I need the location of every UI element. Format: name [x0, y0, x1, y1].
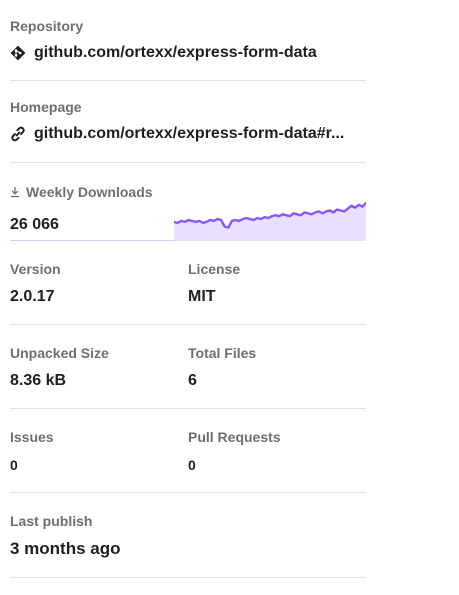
weekly-downloads-section: Weekly Downloads 26 066 [10, 163, 366, 241]
repository-link-text: github.com/ortexx/express-form-data [34, 44, 317, 61]
homepage-link[interactable]: github.com/ortexx/express-form-data#r... [10, 124, 366, 144]
license-cell: License MIT [188, 260, 366, 324]
unpacked-size-value: 8.36 kB [10, 372, 67, 389]
total-files-label: Total Files [188, 345, 257, 361]
unpacked-size-cell: Unpacked Size 8.36 kB [10, 344, 188, 408]
weekly-downloads-sparkline[interactable] [174, 199, 366, 241]
license-label: License [188, 261, 241, 277]
unpacked-size-label: Unpacked Size [10, 345, 109, 361]
last-publish-section: Last publish 3 months ago [10, 493, 366, 578]
issues-value: 0 [10, 457, 18, 473]
weekly-downloads-label-row: Weekly Downloads [10, 183, 153, 201]
last-publish-value: 3 months ago [10, 539, 121, 558]
homepage-label: Homepage [10, 99, 82, 115]
repository-label: Repository [10, 18, 84, 34]
download-icon [10, 186, 20, 198]
repository-link[interactable]: github.com/ortexx/express-form-data [10, 43, 366, 63]
license-value: MIT [188, 288, 216, 305]
version-value: 2.0.17 [10, 288, 55, 305]
git-icon [10, 45, 26, 61]
total-files-value: 6 [188, 372, 197, 389]
homepage-link-text: github.com/ortexx/express-form-data#r... [34, 125, 345, 142]
version-cell: Version 2.0.17 [10, 260, 188, 324]
package-sidebar: Repository github.com/ortexx/express-for… [10, 0, 366, 578]
weekly-downloads-value: 26 066 [10, 216, 59, 233]
version-license-row: Version 2.0.17 License MIT [10, 241, 366, 325]
issues-prs-row: Issues 0 Pull Requests 0 [10, 409, 366, 493]
issues-cell: Issues 0 [10, 428, 188, 492]
link-icon [10, 126, 26, 142]
pull-requests-label: Pull Requests [188, 429, 281, 445]
version-label: Version [10, 261, 61, 277]
pull-requests-value: 0 [188, 457, 196, 473]
last-publish-label: Last publish [10, 513, 93, 529]
downloads-underline [10, 240, 174, 241]
issues-label: Issues [10, 429, 54, 445]
pull-requests-cell: Pull Requests 0 [188, 428, 366, 492]
repository-section: Repository github.com/ortexx/express-for… [10, 0, 366, 81]
size-files-row: Unpacked Size 8.36 kB Total Files 6 [10, 325, 366, 409]
weekly-downloads-label: Weekly Downloads [26, 184, 153, 200]
homepage-section: Homepage github.com/ortexx/express-form-… [10, 81, 366, 163]
total-files-cell: Total Files 6 [188, 344, 366, 408]
